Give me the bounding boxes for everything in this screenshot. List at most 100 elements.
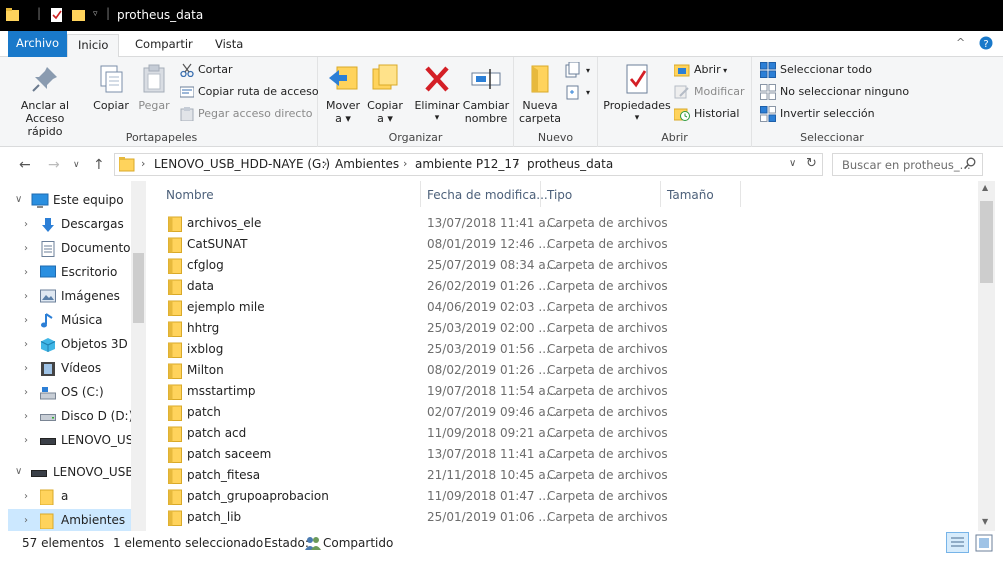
table-row[interactable]: msstartimp 19/07/2018 11:54 a... Carpeta d… [160, 381, 980, 402]
file-list-scrollbar-thumb[interactable] [980, 201, 993, 283]
invert-selection-button[interactable]: Invertir selección [760, 104, 875, 124]
nav-scrollbar-thumb[interactable] [133, 253, 144, 323]
address-bar[interactable]: › LENOVO_USB_HDD-NAYE (G:) › Ambientes ›… [114, 153, 823, 176]
large-icons-view-icon[interactable] [975, 534, 993, 552]
details-view-icon[interactable] [946, 532, 969, 553]
table-row[interactable]: patch_lib 25/01/2019 01:06 ... Carpeta de … [160, 507, 980, 528]
nav-item-disco-d[interactable]: › Disco D (D:) [0, 405, 131, 429]
help-icon[interactable]: ? [979, 36, 993, 50]
chevron-down-icon[interactable]: ∨ [15, 194, 22, 205]
nav-item-musica[interactable]: › Música [0, 309, 131, 333]
breadcrumb-ambientes[interactable]: Ambientes [335, 157, 399, 171]
select-none-button[interactable]: No seleccionar ninguno [760, 82, 909, 102]
tab-inicio[interactable]: Inicio [67, 34, 120, 58]
properties-icon[interactable] [50, 8, 64, 22]
chevron-right-icon[interactable]: › [24, 491, 28, 502]
nav-item-a[interactable]: › a [0, 485, 131, 509]
breadcrumb-separator[interactable]: › [403, 157, 407, 170]
new-item-button[interactable]: ▾ [564, 60, 590, 80]
column-header-nombre[interactable]: Nombre [166, 188, 214, 210]
chevron-right-icon[interactable]: › [24, 411, 28, 422]
chevron-right-icon[interactable]: › [24, 339, 28, 350]
table-row[interactable]: patch saceem 13/07/2018 11:41 a... Carpeta… [160, 444, 980, 465]
pin-quick-access-button[interactable]: Anclar al Acceso rápido [12, 63, 78, 138]
copy-path-button[interactable]: Copiar ruta de acceso [180, 82, 319, 102]
chevron-right-icon[interactable]: › [24, 267, 28, 278]
rename-button[interactable]: Cambiar nombre [462, 63, 510, 125]
forward-arrow-icon[interactable]: → [48, 157, 60, 173]
chevron-right-icon[interactable]: › [24, 291, 28, 302]
open-button[interactable]: Abrir ▾ [674, 60, 727, 80]
table-row[interactable]: data 26/02/2019 01:26 ... Carpeta de archi… [160, 276, 980, 297]
copy-button[interactable]: Copiar [90, 63, 132, 112]
breadcrumb-separator[interactable]: › [323, 157, 327, 170]
new-folder-icon[interactable] [72, 8, 86, 22]
scroll-up-icon[interactable]: ▲ [982, 183, 988, 192]
column-divider[interactable] [740, 181, 741, 207]
nav-item-este-equipo[interactable]: ∨ Este equipo [0, 189, 131, 213]
easy-access-button[interactable]: ▾ [564, 82, 590, 102]
nav-item-escritorio[interactable]: › Escritorio [0, 261, 131, 285]
collapse-ribbon-icon[interactable]: ^ [956, 36, 965, 49]
delete-button[interactable]: Eliminar ▾ [414, 63, 460, 125]
nav-item-ambientes[interactable]: › Ambientes [8, 509, 131, 531]
breadcrumb-ambiente[interactable]: ambiente P12_17 [415, 157, 520, 171]
column-header-tipo[interactable]: Tipo [547, 188, 572, 210]
table-row[interactable]: hhtrg 25/03/2019 02:00 ... Carpeta de arch… [160, 318, 980, 339]
scroll-down-icon[interactable]: ▼ [982, 517, 988, 526]
table-row[interactable]: ixblog 25/03/2019 01:56 ... Carpeta de arc… [160, 339, 980, 360]
nav-scrollbar[interactable] [131, 181, 146, 531]
search-input[interactable]: Buscar en protheus_... [832, 153, 983, 176]
breadcrumb-drive[interactable]: LENOVO_USB_HDD-NAYE (G:) [154, 157, 330, 171]
up-arrow-icon[interactable]: ↑ [93, 157, 105, 173]
table-row[interactable]: Milton 08/02/2019 01:26 ... Carpeta de arc… [160, 360, 980, 381]
chevron-right-icon[interactable]: › [24, 515, 28, 526]
breadcrumb-current[interactable]: protheus_data [527, 157, 613, 171]
table-row[interactable]: patch_fitesa 21/11/2018 10:45 a... Carpeta… [160, 465, 980, 486]
nav-item-lenovo-usb[interactable]: › LENOVO_USB_HDD-NAYE (G:) [0, 429, 131, 453]
recent-locations-icon[interactable]: ∨ [73, 160, 80, 170]
file-list-scrollbar[interactable]: ▲ ▼ [978, 181, 995, 531]
refresh-icon[interactable]: ↻ [806, 156, 817, 171]
chevron-right-icon[interactable]: › [24, 243, 28, 254]
chevron-right-icon[interactable]: › [24, 219, 28, 230]
chevron-right-icon[interactable]: › [24, 315, 28, 326]
new-folder-button[interactable]: Nueva carpeta [518, 63, 562, 125]
nav-item-os-c[interactable]: › OS (C:) [0, 381, 131, 405]
table-row[interactable]: patch acd 11/09/2018 09:21 a... Carpeta de… [160, 423, 980, 444]
copy-to-button[interactable]: Copiar a ▾ [364, 63, 406, 125]
cut-button[interactable]: Cortar [180, 60, 233, 80]
delete-dropdown-icon[interactable]: ▾ [414, 112, 460, 125]
paste-button[interactable]: Pegar [134, 63, 174, 112]
column-divider[interactable] [420, 181, 421, 207]
table-row[interactable]: patch_grupoaprobacion 11/09/2018 01:47 ..… [160, 486, 980, 507]
properties-dropdown-icon[interactable]: ▾ [602, 112, 672, 125]
chevron-down-icon[interactable]: ∨ [15, 466, 22, 477]
history-button[interactable]: Historial [674, 104, 739, 124]
select-all-button[interactable]: Seleccionar todo [760, 60, 872, 80]
nav-item-descargas[interactable]: › Descargas [0, 213, 131, 237]
chevron-right-icon[interactable]: › [24, 363, 28, 374]
nav-item-imagenes[interactable]: › Imágenes [0, 285, 131, 309]
nav-item-lenovo-usb-root[interactable]: ∨ LENOVO_USB_HDD-NAYE (G:) [0, 461, 131, 485]
breadcrumb-separator[interactable]: › [141, 157, 145, 170]
customize-toolbar-icon[interactable]: ▿ [93, 9, 98, 19]
nav-item-objetos-3d[interactable]: › Objetos 3D [0, 333, 131, 357]
column-header-fecha[interactable]: Fecha de modifica... [427, 188, 548, 210]
breadcrumb-separator[interactable]: › [515, 157, 519, 170]
move-to-button[interactable]: Mover a ▾ [322, 63, 364, 125]
tab-archivo[interactable]: Archivo [8, 31, 67, 57]
table-row[interactable]: cfglog 25/07/2019 08:34 a... Carpeta de ar… [160, 255, 980, 276]
nav-item-videos[interactable]: › Vídeos [0, 357, 131, 381]
paste-shortcut-button[interactable]: Pegar acceso directo [180, 104, 313, 124]
nav-item-documentos[interactable]: › Documentos [0, 237, 131, 261]
address-dropdown-icon[interactable]: ∨ [789, 158, 796, 169]
column-divider[interactable] [660, 181, 661, 207]
column-header-tamano[interactable]: Tamaño [667, 188, 714, 210]
table-row[interactable]: ejemplo mile 04/06/2019 02:03 ... Carpeta … [160, 297, 980, 318]
table-row[interactable]: patch 02/07/2019 09:46 a... Carpeta de arc… [160, 402, 980, 423]
tab-compartir[interactable]: Compartir [125, 34, 203, 57]
tab-vista[interactable]: Vista [205, 34, 253, 57]
properties-button[interactable]: Propiedades ▾ [602, 63, 672, 125]
chevron-right-icon[interactable]: › [24, 387, 28, 398]
